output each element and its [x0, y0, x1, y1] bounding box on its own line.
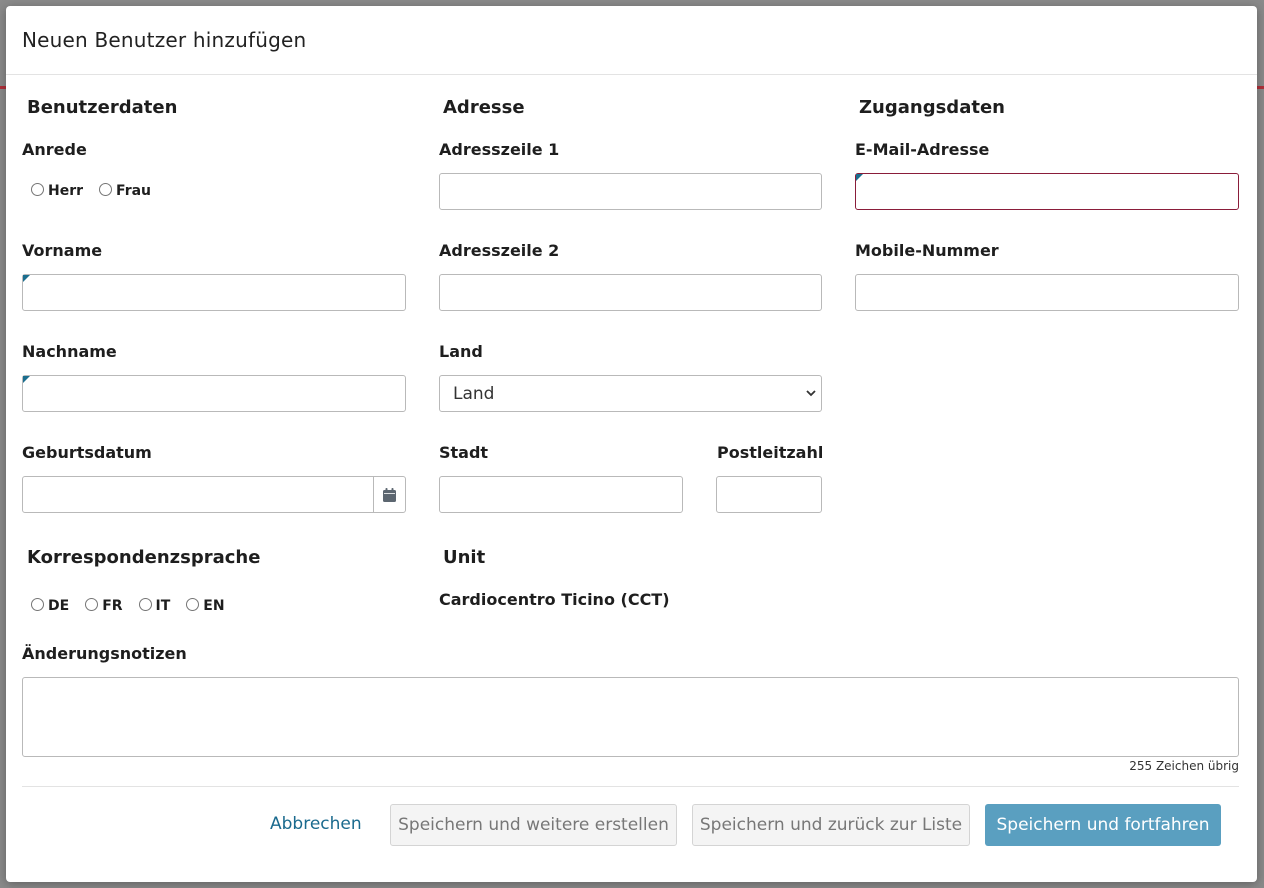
language-option-fr[interactable]: FR: [85, 597, 123, 614]
country-select-value: Land: [453, 383, 495, 404]
mobile-input[interactable]: [855, 274, 1239, 311]
save-and-create-another-button[interactable]: Speichern und weitere erstellen: [390, 804, 677, 846]
save-and-back-to-list-button[interactable]: Speichern und zurück zur Liste: [692, 804, 970, 846]
radio-label: DE: [48, 598, 70, 614]
language-option-en[interactable]: EN: [186, 597, 225, 614]
birthdate-label: Geburtsdatum: [22, 443, 152, 462]
footer-divider: [22, 786, 1239, 787]
mobile-label: Mobile-Nummer: [855, 241, 999, 260]
birthdate-input[interactable]: [22, 476, 374, 513]
address-line2-input[interactable]: [439, 274, 822, 311]
country-label: Land: [439, 342, 483, 361]
city-input[interactable]: [439, 476, 683, 513]
radio-button[interactable]: [186, 597, 200, 611]
add-user-modal: Neuen Benutzer hinzufügen Benutzerdaten …: [6, 6, 1257, 882]
email-label: E-Mail-Adresse: [855, 140, 990, 159]
radio-button[interactable]: [99, 182, 113, 196]
lastname-input[interactable]: [22, 375, 406, 412]
salutation-label: Anrede: [22, 140, 87, 159]
section-title-user-data: Benutzerdaten: [27, 97, 178, 118]
calendar-icon: [383, 487, 396, 502]
radio-button[interactable]: [31, 182, 44, 196]
salutation-radio-group: Herr Frau: [31, 182, 167, 199]
modal-title: Neuen Benutzer hinzufügen: [22, 28, 307, 52]
radio-label: EN: [203, 598, 225, 614]
chevron-down-icon: [806, 386, 816, 400]
save-and-continue-button[interactable]: Speichern und fortfahren: [985, 804, 1221, 846]
address-line1-label: Adresszeile 1: [439, 140, 560, 159]
radio-label: FR: [102, 598, 123, 614]
firstname-input[interactable]: [22, 274, 406, 311]
email-input[interactable]: [855, 173, 1239, 210]
radio-label: Frau: [116, 183, 152, 199]
country-select[interactable]: Land: [439, 375, 822, 412]
language-option-de[interactable]: DE: [31, 597, 70, 614]
cancel-button[interactable]: Abbrechen: [270, 814, 362, 834]
section-title-access: Zugangsdaten: [859, 97, 1005, 118]
radio-button[interactable]: [138, 597, 152, 611]
section-title-unit: Unit: [443, 547, 486, 568]
salutation-option-frau[interactable]: Frau: [99, 182, 152, 199]
radio-button[interactable]: [31, 597, 44, 611]
radio-label: Herr: [48, 183, 84, 199]
address-line2-label: Adresszeile 2: [439, 241, 560, 260]
language-radio-group: DE FR IT EN: [31, 597, 241, 614]
notes-char-counter: 255 Zeichen übrig: [1129, 759, 1239, 773]
modal-header: Neuen Benutzer hinzufügen: [6, 6, 1257, 75]
notes-label: Änderungsnotizen: [22, 644, 187, 663]
zip-label: Postleitzahl: [717, 443, 824, 462]
radio-label: IT: [155, 598, 171, 614]
city-label: Stadt: [439, 443, 489, 462]
lastname-label: Nachname: [22, 342, 117, 361]
address-line1-input[interactable]: [439, 173, 822, 210]
radio-button[interactable]: [85, 597, 99, 611]
section-title-language: Korrespondenzsprache: [27, 547, 261, 568]
notes-textarea[interactable]: [22, 677, 1239, 757]
unit-value: Cardiocentro Ticino (CCT): [439, 590, 670, 609]
section-title-address: Adresse: [443, 97, 525, 118]
zip-input[interactable]: [716, 476, 822, 513]
firstname-label: Vorname: [22, 241, 103, 260]
salutation-option-herr[interactable]: Herr: [31, 182, 84, 199]
language-option-it[interactable]: IT: [138, 597, 171, 614]
calendar-button[interactable]: [373, 476, 406, 513]
